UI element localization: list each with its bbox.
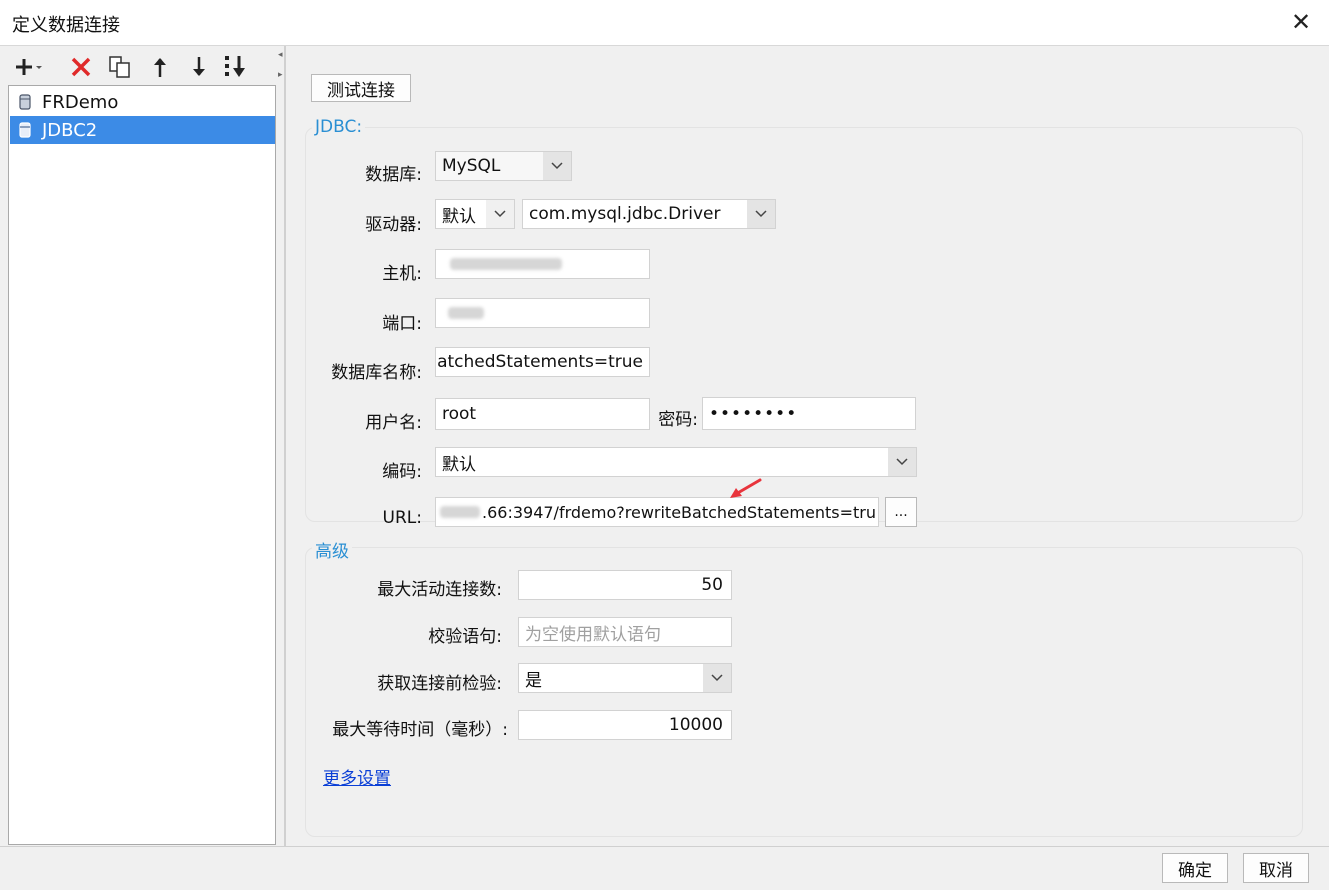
footer-divider <box>0 846 1329 847</box>
database-icon <box>19 94 31 110</box>
test-connection-button[interactable]: 测试连接 <box>311 74 411 102</box>
move-up-icon[interactable] <box>145 52 175 82</box>
validation-query-label: 校验语句: <box>428 627 502 647</box>
database-label: 数据库: <box>365 165 422 185</box>
move-down-icon[interactable] <box>184 52 214 82</box>
max-wait-field[interactable]: 10000 <box>518 710 732 740</box>
more-settings-link[interactable]: 更多设置 <box>323 764 391 789</box>
port-label: 端口: <box>382 314 422 334</box>
dbname-field[interactable]: eBatchedStatements=true <box>435 347 650 377</box>
chevron-down-icon <box>703 664 731 692</box>
driver-label: 驱动器: <box>365 215 422 235</box>
jdbc-group-title: JDBC: <box>312 117 366 137</box>
redacted-ip <box>440 506 480 518</box>
redacted-port <box>448 307 484 319</box>
advanced-group-title: 高级 <box>312 537 352 562</box>
port-field[interactable] <box>435 298 650 328</box>
username-field[interactable]: root <box>435 398 650 430</box>
dbname-label: 数据库名称: <box>331 363 422 383</box>
chevron-down-icon <box>747 200 775 228</box>
url-edit-button[interactable]: ... <box>885 497 917 527</box>
chevron-down-icon <box>543 152 571 180</box>
sort-icon[interactable] <box>222 52 252 82</box>
max-active-field[interactable]: 50 <box>518 570 732 600</box>
panel-splitter[interactable] <box>284 46 286 846</box>
database-icon <box>19 122 31 138</box>
copy-icon[interactable] <box>105 52 135 82</box>
title-bar: 定义数据连接 ✕ <box>0 0 1329 46</box>
password-field[interactable]: •••••••• <box>702 397 916 430</box>
host-label: 主机: <box>382 264 422 284</box>
test-before-label: 获取连接前检验: <box>377 674 502 694</box>
delete-icon[interactable] <box>66 52 96 82</box>
close-icon[interactable]: ✕ <box>1287 8 1315 36</box>
chevron-down-icon <box>486 200 514 228</box>
driver-class-select[interactable]: com.mysql.jdbc.Driver <box>522 199 776 229</box>
chevron-down-icon <box>888 448 916 476</box>
redacted-host <box>450 258 562 270</box>
max-wait-label: 最大等待时间（毫秒）: <box>332 720 508 740</box>
url-field[interactable]: .66:3947/frdemo?rewriteBatchedStatements… <box>435 497 879 527</box>
add-dropdown-icon[interactable] <box>14 52 44 82</box>
connection-list: FRDemo JDBC2 <box>8 85 276 845</box>
window-title: 定义数据连接 <box>12 15 120 36</box>
collapse-arrow-icon[interactable]: ◂ <box>278 50 283 60</box>
max-active-label: 最大活动连接数: <box>377 580 502 600</box>
test-before-select[interactable]: 是 <box>518 663 732 693</box>
database-select[interactable]: MySQL <box>435 151 572 181</box>
url-label: URL: <box>382 508 422 528</box>
cancel-button[interactable]: 取消 <box>1243 853 1309 883</box>
connection-item-jdbc2[interactable]: JDBC2 <box>10 116 275 144</box>
username-label: 用户名: <box>365 413 422 433</box>
password-label: 密码: <box>658 410 698 430</box>
encoding-label: 编码: <box>382 462 422 482</box>
ok-button[interactable]: 确定 <box>1162 853 1228 883</box>
expand-arrow-icon[interactable]: ▸ <box>278 70 283 80</box>
driver-mode-select[interactable]: 默认 <box>435 199 515 229</box>
encoding-select[interactable]: 默认 <box>435 447 917 477</box>
validation-query-field[interactable]: 为空使用默认语句 <box>518 617 732 647</box>
annotation-arrow-icon <box>730 478 762 498</box>
host-field[interactable] <box>435 249 650 279</box>
connection-item-frdemo[interactable]: FRDemo <box>10 88 275 116</box>
